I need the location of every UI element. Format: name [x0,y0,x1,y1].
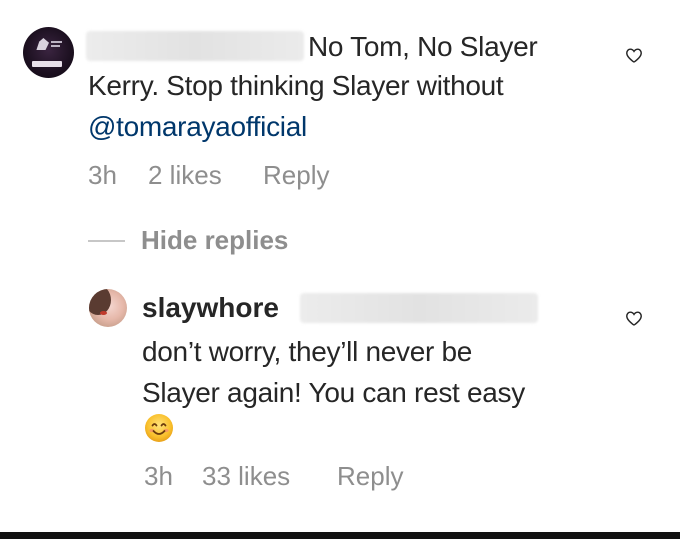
avatar-logo-line [51,41,62,43]
mention-link[interactable]: @tomarayaofficial [88,106,307,148]
reply-timestamp: 3h [144,461,173,491]
redacted-username [86,31,304,61]
heart-outline-icon[interactable] [625,310,643,326]
hide-replies-button[interactable]: Hide replies [141,222,288,258]
comment-text-line: Kerry. Stop thinking Slayer without [88,70,504,101]
reply-likes-count[interactable]: 33 likes [202,458,290,494]
comment-likes-count[interactable]: 2 likes [148,157,222,193]
avatar-logo-tag [32,61,62,67]
smiling-face-emoji-icon [145,414,173,442]
commenter-avatar[interactable] [23,27,74,78]
reply-text-line: Slayer again! You can rest easy [142,377,525,408]
avatar-logo-line [51,45,60,47]
comment-timestamp: 3h [88,160,117,190]
heart-outline-icon[interactable] [625,47,643,63]
reply-button[interactable]: Reply [263,157,329,193]
reply-text-line: don’t worry, they’ll never be [142,336,473,367]
bottom-edge-bar [0,532,680,539]
reply-button[interactable]: Reply [337,458,403,494]
hide-replies-divider [88,240,125,242]
redacted-username-suffix [300,293,538,323]
comment-text-line: No Tom, No Slayer [308,31,538,62]
avatar-logo-shape [36,38,49,50]
reply-username[interactable]: slaywhore [142,288,279,328]
reply-avatar[interactable] [89,289,127,327]
avatar-lips [100,311,107,315]
